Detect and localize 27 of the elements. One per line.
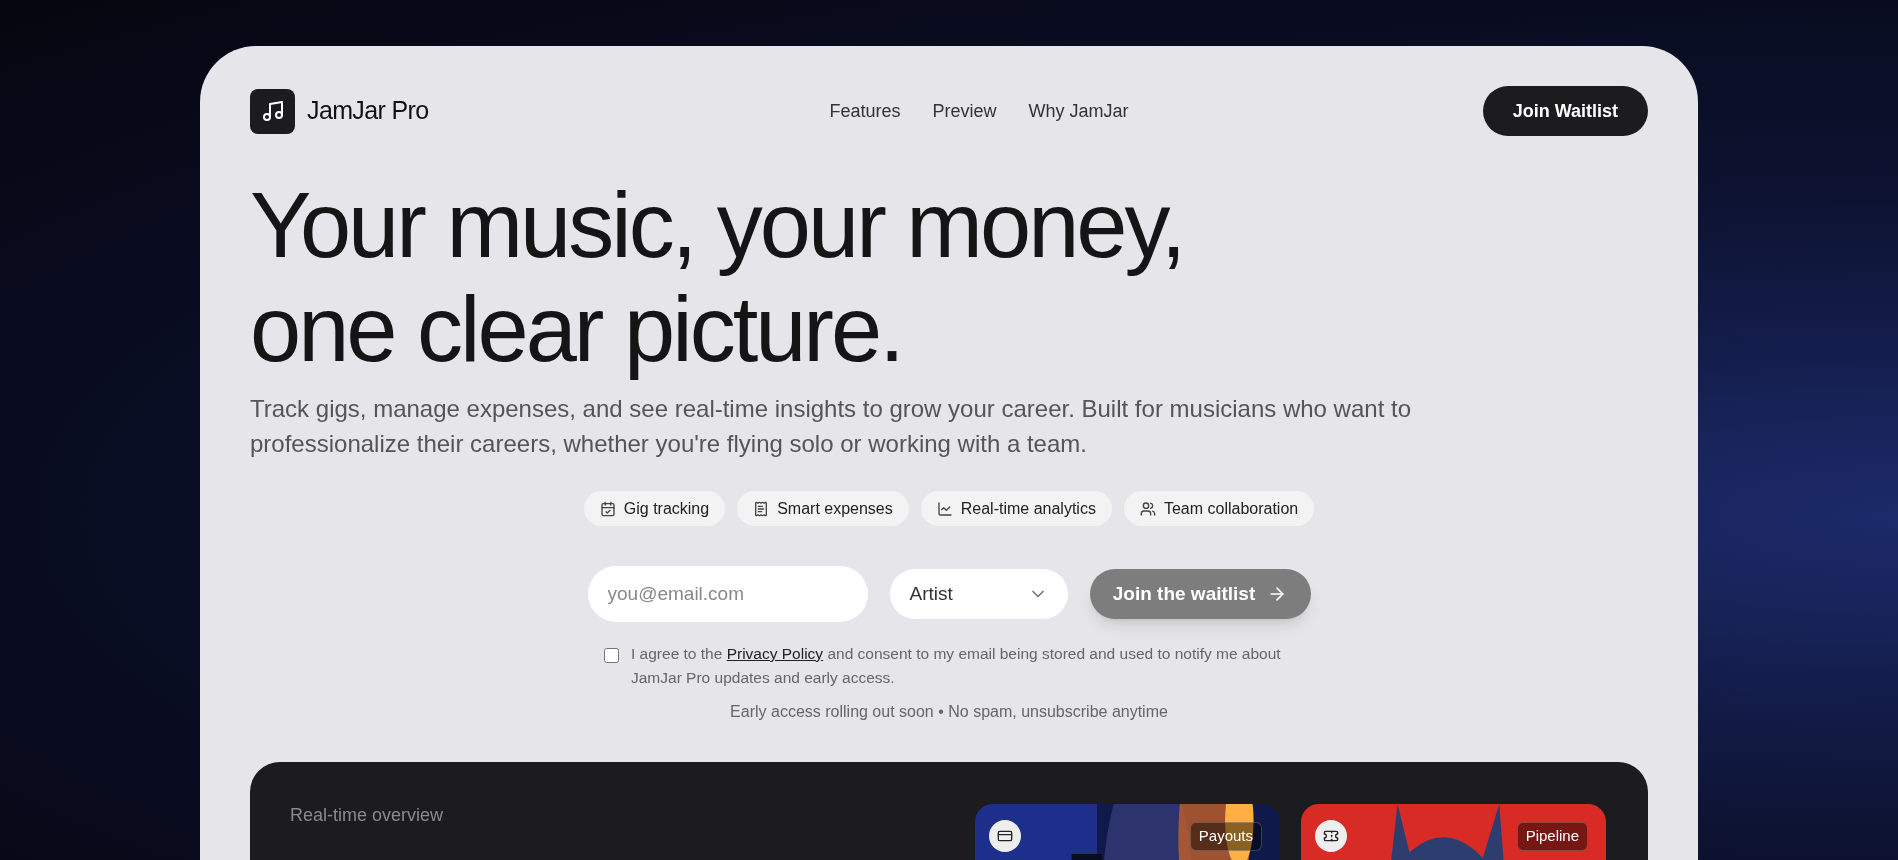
headline: one clear picture. — [250, 277, 902, 381]
early-access-note: Early access rolling out soon • No spam, unsubscribe anytime — [730, 702, 1168, 722]
nav-link[interactable]: Preview — [932, 97, 997, 125]
logo-icon — [250, 88, 295, 134]
brand-name: JamJar Pro — [307, 95, 429, 127]
feature-pill: Smart expenses — [737, 491, 909, 526]
email-field[interactable]: you@email.com — [587, 566, 868, 622]
role-dropdown[interactable]: Artist — [889, 569, 1068, 619]
nav-link[interactable]: Features — [829, 97, 901, 125]
intro-paragraph: Track gigs, manage expenses, and see real-time insights to grow your career. Built for musicians who want to professionalize their careers, whether you're flying solo or working with a team. — [250, 394, 1412, 459]
card-tag: Payouts — [1189, 822, 1262, 851]
feature-pill: Real-time analytics — [920, 491, 1112, 526]
join-the-waitlist-button[interactable]: Join the waitlist — [1089, 569, 1311, 619]
receipt-icon — [753, 500, 770, 517]
consent-text: I agree to the Privacy Policy and consent to my email being stored and used to notify me about JamJar Pro updates and early access. — [631, 644, 1282, 688]
feature-pill: Team collaboration — [1123, 491, 1315, 526]
nav-link[interactable]: Why JamJar — [1028, 97, 1129, 125]
feature-pill: Gig tracking — [583, 491, 726, 526]
headline: Your music, your money, — [250, 173, 1184, 277]
privacy-policy-link[interactable]: Privacy Policy — [726, 645, 824, 662]
consent-checkbox[interactable] — [604, 648, 619, 663]
join-waitlist-button[interactable]: Join Waitlist — [1482, 86, 1648, 136]
line-chart-icon — [936, 500, 953, 517]
overview-eyebrow: Real-time overview — [290, 804, 444, 827]
card-tag: Pipeline — [1516, 822, 1588, 851]
users-icon — [1139, 500, 1156, 517]
calendar-icon — [599, 500, 616, 517]
